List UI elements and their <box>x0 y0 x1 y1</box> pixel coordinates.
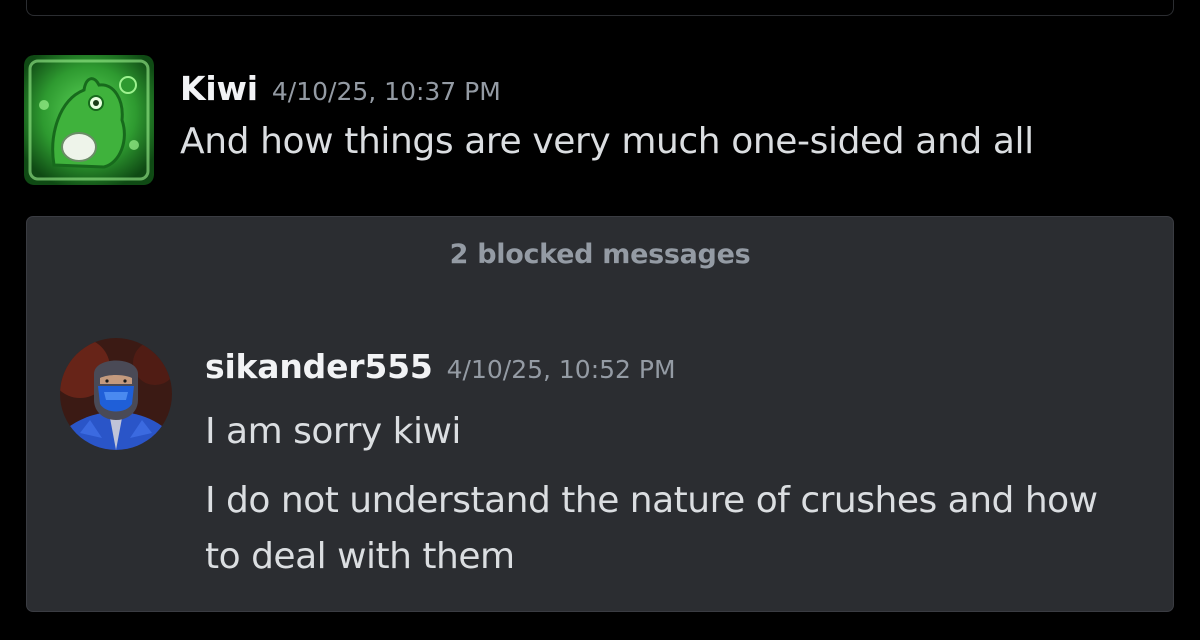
kiwi-avatar-icon[interactable] <box>24 55 154 185</box>
sikander-message-line: I do not understand the nature of crushe… <box>205 480 1098 521</box>
kiwi-username[interactable]: Kiwi <box>180 69 258 108</box>
kiwi-message-text: And how things are very much one-sided a… <box>180 121 1034 162</box>
sikander-username[interactable]: sikander555 <box>205 347 433 386</box>
sikander-message-line: to deal with them <box>205 536 515 577</box>
kiwi-message-header: Kiwi 4/10/25, 10:37 PM <box>180 69 501 108</box>
kiwi-timestamp[interactable]: 4/10/25, 10:37 PM <box>272 77 501 106</box>
sikander-timestamp[interactable]: 4/10/25, 10:52 PM <box>447 355 676 384</box>
blocked-messages-label[interactable]: 2 blocked messages <box>27 239 1173 270</box>
sikander-message-header: sikander555 4/10/25, 10:52 PM <box>205 347 676 386</box>
sikander-message-line: I am sorry kiwi <box>205 411 461 452</box>
blocked-messages-panel: 2 blocked messages sikander555 4/10/25, 1… <box>26 216 1174 612</box>
previous-message-edge <box>26 0 1174 16</box>
sikander-avatar-icon[interactable] <box>60 338 172 450</box>
message-kiwi[interactable]: Kiwi 4/10/25, 10:37 PM And how things are… <box>24 55 1174 187</box>
